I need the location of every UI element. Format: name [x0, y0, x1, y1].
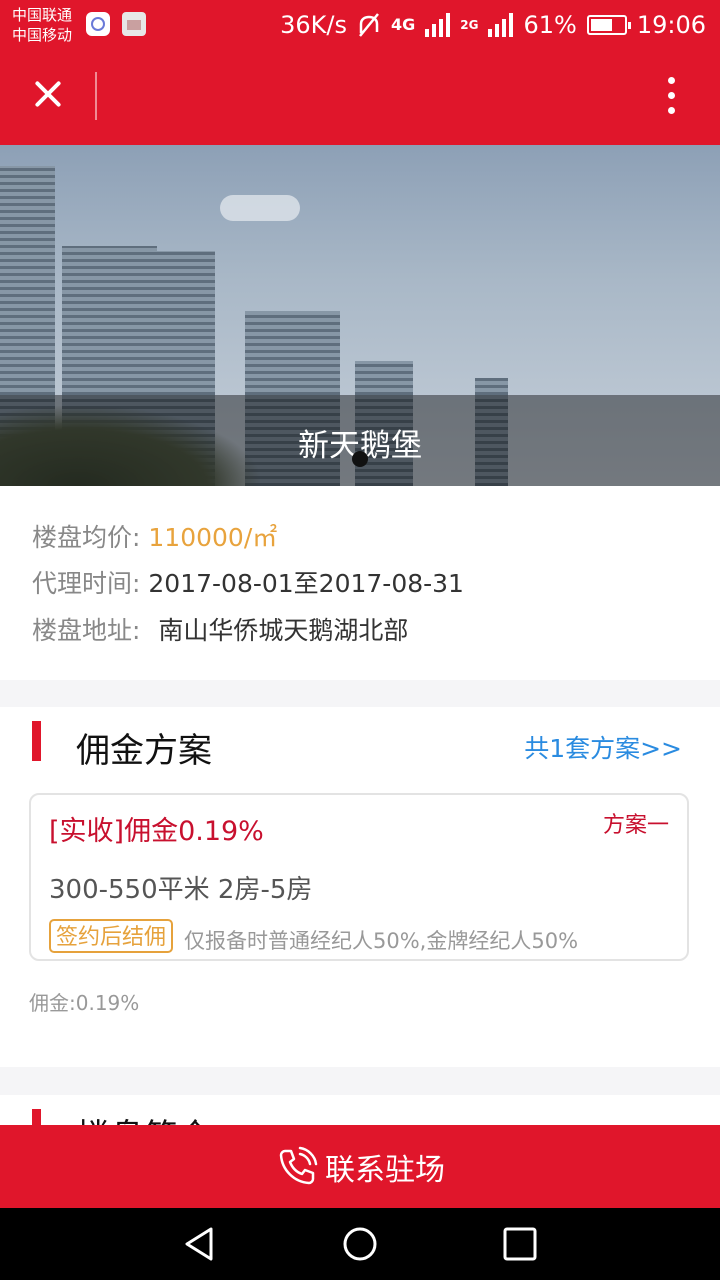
property-info: 楼盘均价: 110000/㎡ 代理时间: 2017-08-01至2017-08-…: [0, 486, 720, 680]
system-nav-bar: [0, 1208, 720, 1280]
plan-spec: 300-550平米 2房-5房: [49, 875, 313, 905]
battery-percent: 61%: [523, 11, 577, 39]
plan-settlement-badge: 签约后结佣: [49, 919, 174, 953]
phone-icon: [279, 1146, 318, 1184]
commission-section: 佣金方案 共1套方案>> [实收]佣金0.19% 方案一 300-550平米 2…: [0, 707, 720, 1067]
contact-button-label: 联系驻场: [325, 1152, 445, 1188]
address-label: 楼盘地址:: [32, 616, 141, 645]
gallery-app-icon: [122, 12, 146, 36]
plan-commission: [实收]佣金0.19%: [49, 816, 264, 847]
all-plans-link[interactable]: 共1套方案>>: [524, 729, 682, 765]
browser-app-icon: [86, 12, 110, 36]
agent-time-value: 2017-08-01至2017-08-31: [148, 569, 464, 598]
appbar-divider: [95, 72, 97, 120]
net-4g-label: 4G: [391, 15, 416, 34]
recents-icon[interactable]: [500, 1224, 540, 1264]
agent-time-label: 代理时间:: [32, 569, 141, 598]
net-speed: 36K/s: [280, 11, 348, 39]
carrier-2: 中国移动: [12, 26, 73, 44]
app-bar: [0, 50, 720, 145]
agent-time-row: 代理时间: 2017-08-01至2017-08-31: [32, 564, 464, 600]
plan-card[interactable]: [实收]佣金0.19% 方案一 300-550平米 2房-5房 签约后结佣 仅报…: [29, 793, 689, 961]
mute-icon: [359, 13, 379, 37]
address-value: 南山华侨城天鹅湖北部: [158, 616, 409, 645]
hero-banner[interactable]: 新天鹅堡: [0, 145, 720, 486]
price-value: 110000/㎡: [148, 523, 278, 552]
commission-summary: 佣金:0.19%: [29, 991, 140, 1015]
carousel-indicator: [352, 451, 368, 467]
carrier-1: 中国联通: [12, 6, 73, 24]
carrier-names: 中国联通 中国移动: [12, 5, 72, 45]
back-icon[interactable]: [180, 1224, 220, 1264]
more-vertical-icon[interactable]: [655, 74, 689, 118]
price-label: 楼盘均价:: [32, 523, 141, 552]
section-title: 佣金方案: [76, 731, 212, 771]
contact-onsite-button[interactable]: 联系驻场: [0, 1125, 720, 1208]
plan-name: 方案一: [602, 813, 669, 838]
hero-cloud: [220, 195, 300, 221]
price-row: 楼盘均价: 110000/㎡: [32, 518, 277, 554]
status-right: 36K/s 4G 2G 61% 19:06: [280, 10, 706, 40]
plan-note: 仅报备时普通经纪人50%,金牌经纪人50%: [184, 929, 579, 953]
home-icon[interactable]: [340, 1224, 380, 1264]
status-bar: 中国联通 中国移动 36K/s 4G 2G 61% 19:06: [0, 0, 720, 50]
contact-button-content: 联系驻场: [0, 1125, 720, 1208]
signal-2g-icon: [488, 13, 514, 37]
net-2g-label: 2G: [460, 18, 479, 32]
signal-4g-icon: [425, 13, 451, 37]
address-row: 楼盘地址: 南山华侨城天鹅湖北部: [32, 611, 408, 647]
close-icon[interactable]: [28, 74, 68, 114]
battery-icon: [586, 15, 631, 35]
clock: 19:06: [636, 11, 706, 39]
section-accent-bar: [32, 721, 41, 761]
